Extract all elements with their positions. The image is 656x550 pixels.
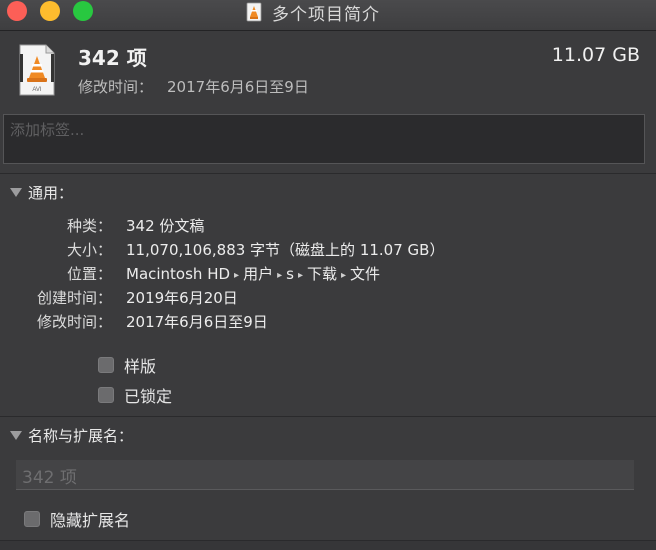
stationery-label: 样版 <box>124 357 157 376</box>
name-ext-section-toggle[interactable]: 名称与扩展名： <box>10 425 133 446</box>
path-separator-icon: ▸ <box>297 270 303 281</box>
path-segment[interactable]: Macintosh HD <box>126 265 230 283</box>
name-field-placeholder: 342 项 <box>22 468 77 488</box>
disclosure-triangle-icon[interactable] <box>10 431 22 440</box>
general-section-toggle[interactable]: 通用： <box>10 182 73 203</box>
next-section-edge <box>0 540 656 550</box>
hide-extension-checkbox[interactable] <box>24 511 40 527</box>
vlc-document-icon <box>246 2 262 22</box>
stationery-checkbox-row[interactable]: 样版 <box>98 353 156 377</box>
path-separator-icon: ▸ <box>234 270 240 281</box>
path-separator-icon: ▸ <box>341 270 347 281</box>
svg-text:AVI: AVI <box>32 87 42 93</box>
path-segment[interactable]: 文件 <box>350 265 380 283</box>
minimize-button[interactable] <box>40 1 60 21</box>
tags-placeholder: 添加标签... <box>10 121 85 139</box>
window-title: 多个项目简介 <box>272 4 380 25</box>
name-field[interactable]: 342 项 <box>16 460 634 490</box>
item-count: 342 项 <box>78 46 147 70</box>
tags-field[interactable]: 添加标签... <box>3 114 645 164</box>
location-row: 位置： Macintosh HD ▸ 用户 ▸ s ▸ 下载 ▸ 文件 <box>0 263 656 285</box>
locked-checkbox-row[interactable]: 已锁定 <box>98 383 172 407</box>
locked-label: 已锁定 <box>124 387 173 406</box>
created-label: 创建时间： <box>36 289 112 307</box>
created-row: 创建时间： 2019年6月20日 <box>0 287 656 309</box>
summary-modified-value: 2017年6月6日至9日 <box>167 78 309 96</box>
get-info-window: 多个项目简介 AVI 342 项 修改时间： 2017年6月6日至9日 11.07… <box>0 0 656 550</box>
path-separator-icon: ▸ <box>277 270 283 281</box>
general-section-title: 通用： <box>28 184 74 202</box>
created-value: 2019年6月20日 <box>126 289 238 307</box>
location-path: Macintosh HD ▸ 用户 ▸ s ▸ 下载 ▸ 文件 <box>126 263 380 284</box>
summary-modified: 修改时间： 2017年6月6日至9日 <box>78 76 309 97</box>
hide-extension-row[interactable]: 隐藏扩展名 <box>24 507 130 531</box>
path-segment[interactable]: 用户 <box>243 265 273 283</box>
summary-modified-label: 修改时间： <box>78 78 154 96</box>
path-segment[interactable]: s <box>286 265 294 283</box>
size-label: 大小： <box>66 241 112 259</box>
close-button[interactable] <box>7 1 27 21</box>
total-size: 11.07 GB <box>551 44 640 66</box>
kind-label: 种类： <box>66 217 112 235</box>
divider <box>0 173 656 174</box>
size-row: 大小： 11,070,106,883 字节（磁盘上的 11.07 GB） <box>0 239 656 261</box>
zoom-button[interactable] <box>73 1 93 21</box>
locked-checkbox[interactable] <box>98 387 114 403</box>
modified-value: 2017年6月6日至9日 <box>126 313 268 331</box>
vlc-document-icon: AVI <box>19 44 55 96</box>
hide-extension-label: 隐藏扩展名 <box>50 511 131 530</box>
divider <box>0 416 656 417</box>
title-bar[interactable]: 多个项目简介 <box>0 0 656 31</box>
modified-label: 修改时间： <box>36 313 112 331</box>
path-segment[interactable]: 下载 <box>307 265 337 283</box>
kind-row: 种类： 342 份文稿 <box>0 215 656 237</box>
stationery-checkbox[interactable] <box>98 357 114 373</box>
window-title-group: 多个项目简介 <box>246 1 380 25</box>
location-label: 位置： <box>66 265 112 283</box>
kind-value: 342 份文稿 <box>126 217 205 235</box>
name-ext-section-title: 名称与扩展名： <box>28 427 134 445</box>
modified-row: 修改时间： 2017年6月6日至9日 <box>0 311 656 333</box>
disclosure-triangle-icon[interactable] <box>10 188 22 197</box>
size-value: 11,070,106,883 字节（磁盘上的 11.07 GB） <box>126 241 445 259</box>
